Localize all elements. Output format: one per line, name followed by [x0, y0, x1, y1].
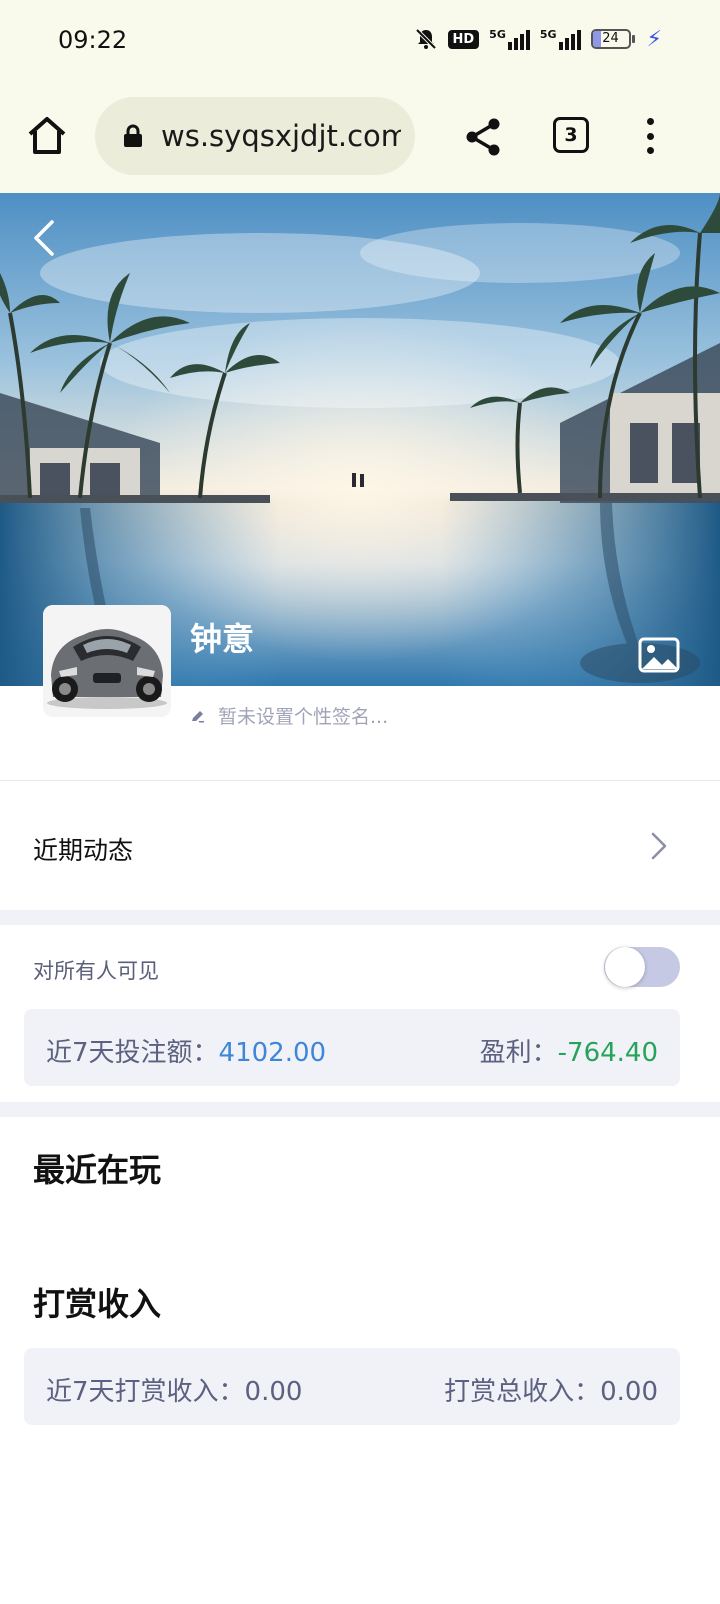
image-icon[interactable]: [638, 637, 680, 673]
share-icon[interactable]: [464, 117, 502, 157]
browser-chrome: 09:22 HD 5G 5G 24 ⚡ ws.syqsxjdjt.com 3: [0, 0, 720, 193]
address-bar[interactable]: ws.syqsxjdjt.com: [95, 97, 415, 175]
chevron-right-icon: [651, 832, 667, 860]
status-time: 09:22: [58, 26, 128, 54]
profit: 盈利：-764.40: [480, 1032, 658, 1069]
profit-value: -764.40: [557, 1038, 658, 1068]
menu-icon[interactable]: [640, 118, 660, 154]
bet-value: 4102.00: [218, 1038, 327, 1068]
recently-playing-title: 最近在玩: [33, 1151, 162, 1189]
avatar[interactable]: [43, 605, 171, 717]
signal-icon: 5G: [489, 28, 530, 50]
bet-label: 近7天投注额：: [46, 1038, 219, 1068]
profit-label: 盈利：: [479, 1038, 558, 1068]
tips-total-label: 打赏总收入：: [444, 1377, 601, 1407]
tips-week-label: 近7天打赏收入：: [46, 1377, 245, 1407]
tips-income-card: 近7天打赏收入：0.00 打赏总收入：0.00: [24, 1348, 680, 1425]
username: 钟意: [190, 620, 255, 658]
car-image: [43, 605, 171, 717]
bottom-edge: [0, 1588, 720, 1604]
tab-count-button[interactable]: 3: [553, 117, 589, 153]
battery-icon: 24: [590, 29, 635, 49]
visibility-toggle[interactable]: [604, 947, 680, 987]
section-separator-2: [0, 1102, 720, 1117]
tips-income-title: 打赏收入: [33, 1285, 162, 1323]
hd-icon: HD: [447, 29, 480, 49]
pencil-icon: [192, 710, 204, 722]
page: 09:22 HD 5G 5G 24 ⚡ ws.syqsxjdjt.com 3 钟…: [0, 0, 720, 1604]
bell-muted-icon: [415, 28, 436, 50]
battery-level: 24: [602, 31, 619, 46]
signal-icon-2: 5G: [540, 28, 581, 50]
url-text[interactable]: ws.syqsxjdjt.com: [161, 119, 401, 153]
lock-icon: [124, 124, 142, 147]
visibility-label: 对所有人可见: [33, 959, 159, 983]
tips-week-value: 0.00: [244, 1377, 303, 1407]
betting-stats-card: 近7天投注额：4102.00 盈利：-764.40: [24, 1009, 680, 1086]
tips-week: 近7天打赏收入：0.00: [46, 1371, 302, 1408]
signature-edit[interactable]: 暂未设置个性签名...: [190, 702, 388, 729]
tips-total: 打赏总收入：0.00: [444, 1371, 658, 1408]
charging-icon: ⚡: [646, 26, 662, 52]
back-icon[interactable]: [30, 218, 58, 258]
status-icons: HD 5G 5G 24 ⚡: [414, 24, 662, 54]
recent-activity-label: 近期动态: [33, 836, 134, 865]
signature-text: 暂未设置个性签名...: [218, 706, 389, 728]
section-separator: [0, 910, 720, 925]
recent-activity-row[interactable]: 近期动态: [0, 781, 720, 911]
network-label-2: 5G: [539, 28, 557, 41]
bet-amount: 近7天投注额：4102.00: [46, 1032, 326, 1069]
home-icon[interactable]: [26, 114, 68, 156]
tips-total-value: 0.00: [600, 1377, 658, 1407]
network-label: 5G: [489, 28, 506, 41]
toggle-knob: [605, 947, 645, 987]
